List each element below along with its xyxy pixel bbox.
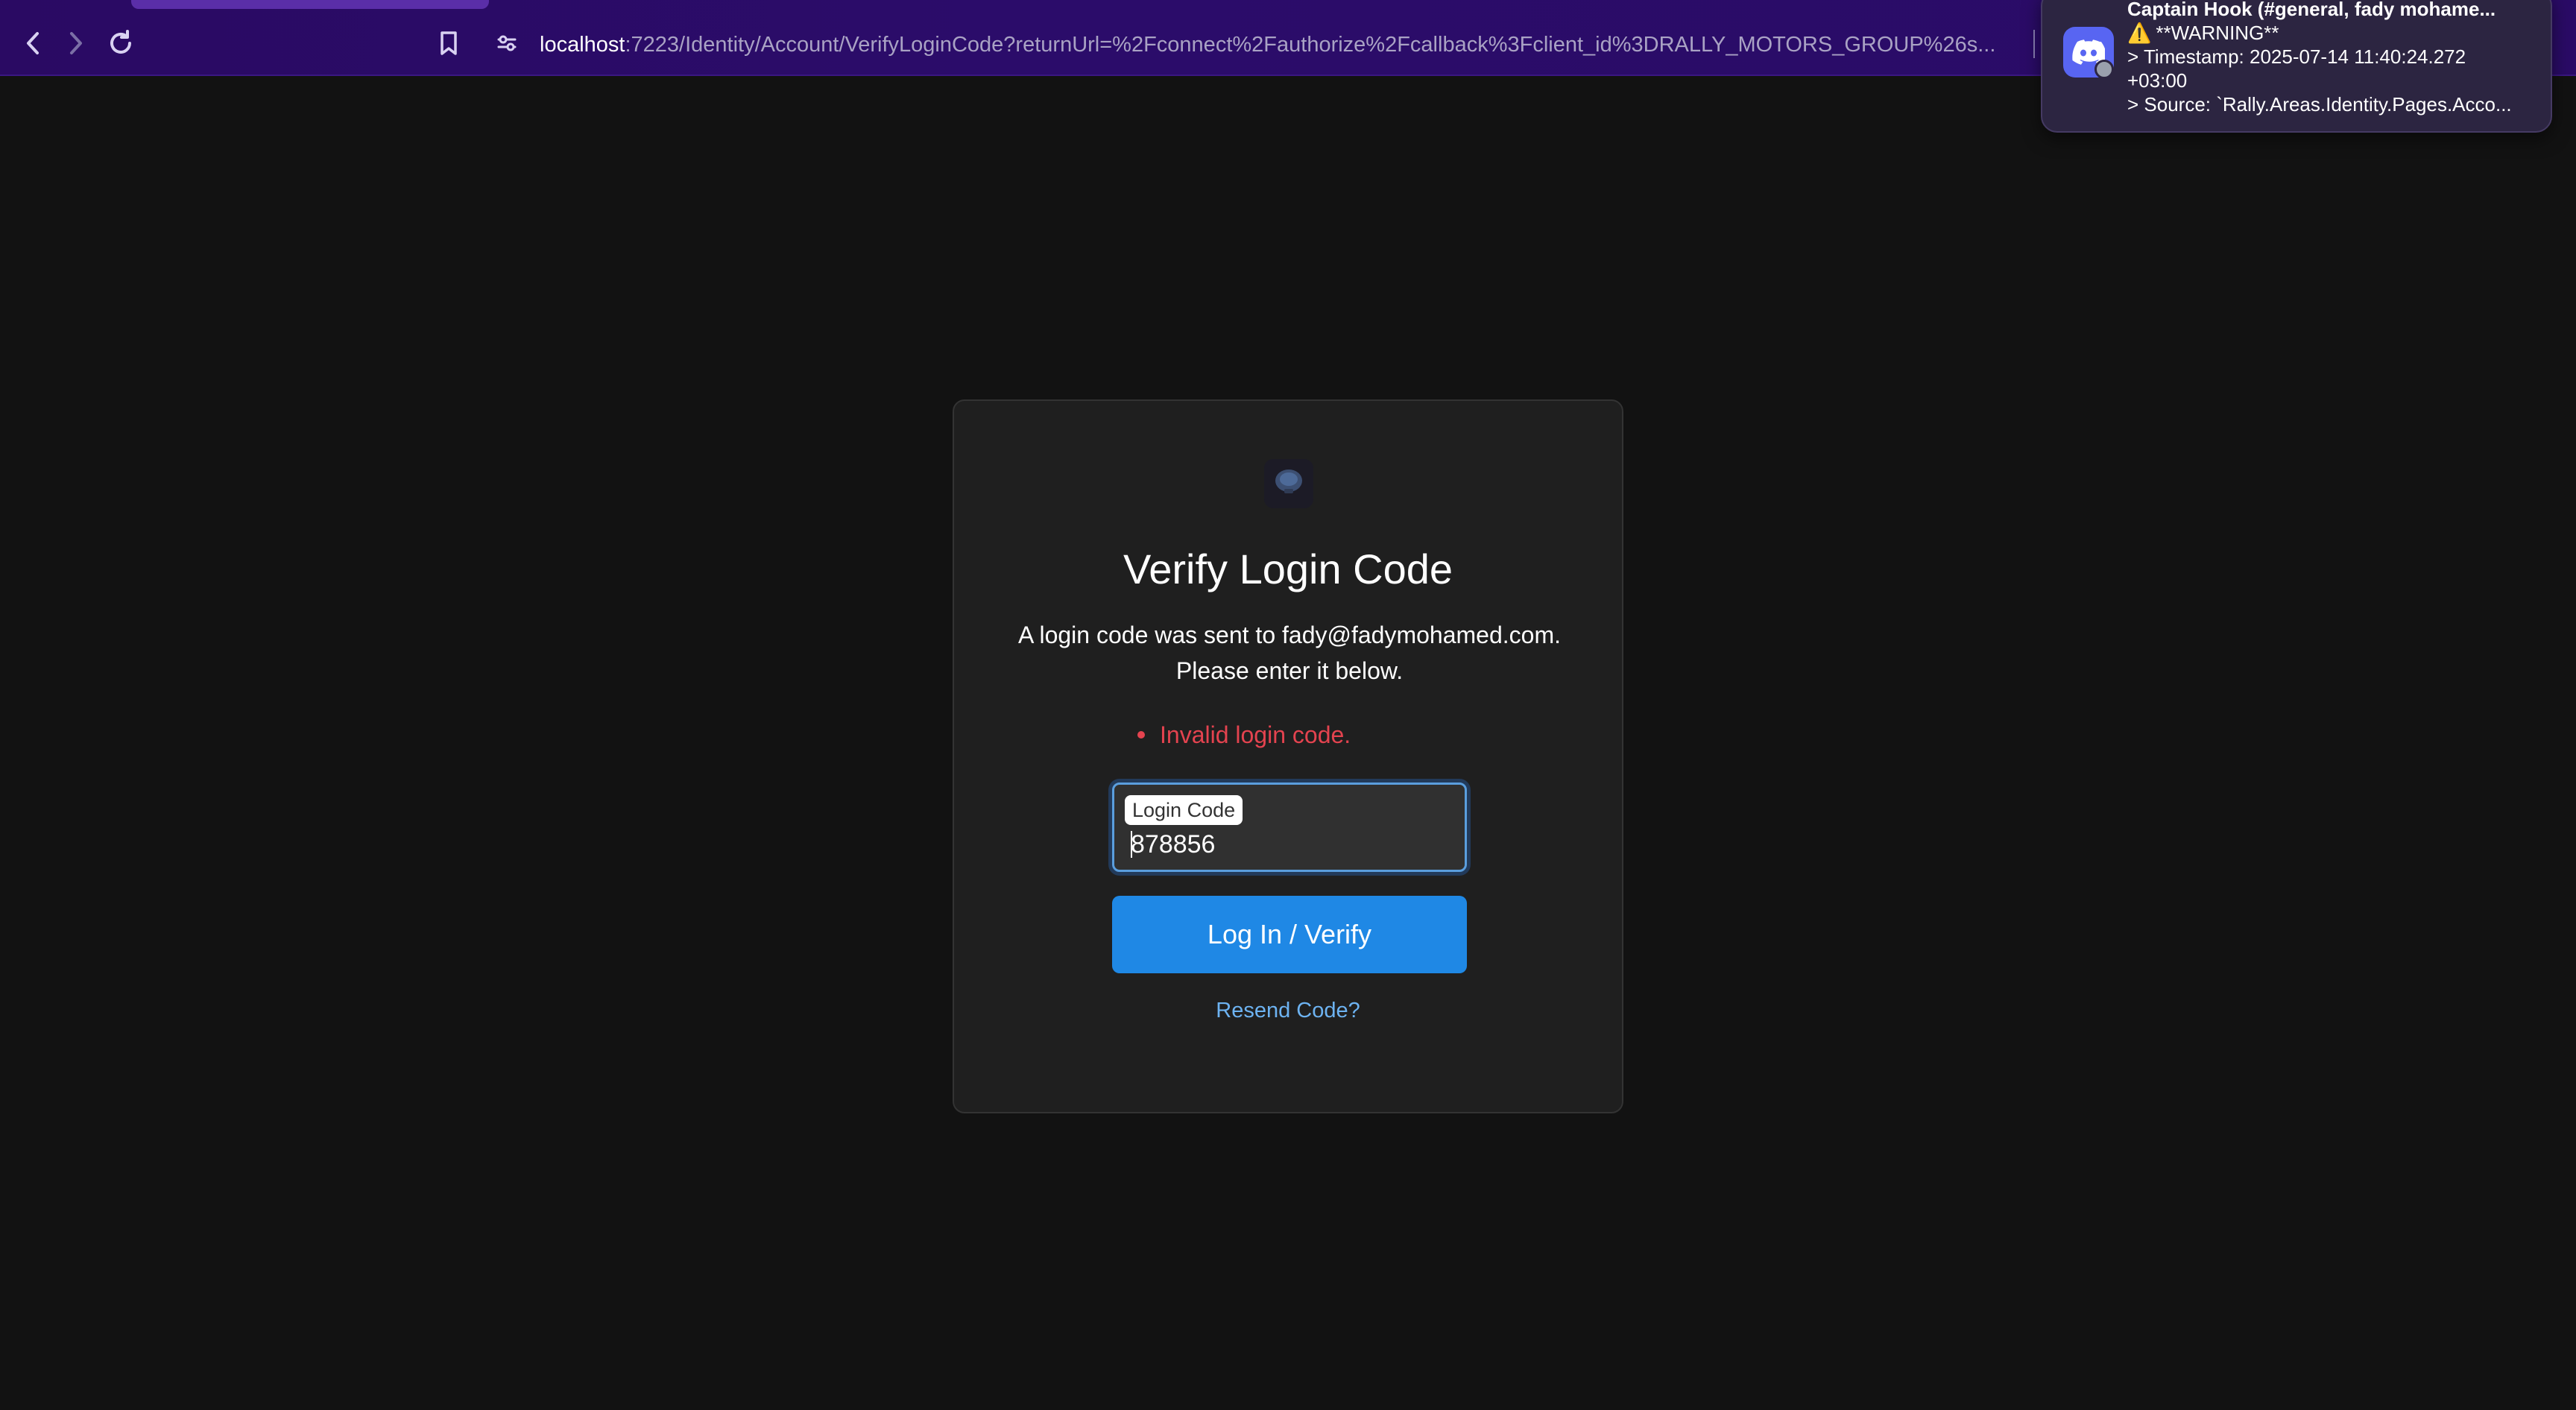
- verify-login-card: Verify Login Code A login code was sent …: [953, 399, 1623, 1113]
- page: localhost:7223/Identity/Account/VerifyLo…: [0, 0, 2576, 1410]
- page-title: Verify Login Code: [1123, 546, 1453, 592]
- reload-icon: [110, 30, 131, 54]
- notification-badge: [2094, 60, 2114, 79]
- logo-icon: [1264, 459, 1313, 508]
- notification-body: Captain Hook (#general, fady mohame... ⚠…: [2127, 0, 2545, 116]
- bookmark-icon: [441, 31, 457, 55]
- notification-title: Captain Hook (#general, fady mohame...: [2127, 0, 2496, 20]
- login-code-input[interactable]: [1126, 826, 1454, 862]
- bookmark-button[interactable]: [432, 27, 465, 60]
- address-bar-divider: [2033, 30, 2035, 58]
- chevron-left-icon: [27, 32, 39, 54]
- instruction-text: A login code was sent to fady@fadymohame…: [1018, 622, 1561, 684]
- warning-icon: ⚠️: [2127, 22, 2152, 44]
- app-logo: [1264, 459, 1313, 508]
- notification-line-4: > Source: `Rally.Areas.Identity.Pages.Ac…: [2127, 93, 2512, 116]
- notification-line-2: > Timestamp: 2025-07-14 11:40:24.272: [2127, 45, 2466, 68]
- login-code-field[interactable]: Login Code: [1112, 783, 1467, 872]
- address-bar[interactable]: localhost:7223/Identity/Account/VerifyLo…: [540, 30, 2015, 60]
- discord-notification[interactable]: Captain Hook (#general, fady mohame... ⚠…: [2041, 0, 2552, 133]
- validation-summary: Invalid login code.: [1137, 718, 1351, 751]
- reload-button[interactable]: [104, 27, 137, 60]
- notification-line-1: **WARNING**: [2156, 22, 2279, 44]
- forward-button[interactable]: [60, 27, 92, 60]
- login-code-label: Login Code: [1125, 795, 1243, 825]
- error-message: Invalid login code.: [1160, 721, 1351, 748]
- active-tab-indicator[interactable]: [131, 0, 489, 9]
- url-path: :7223/Identity/Account/VerifyLoginCode?r…: [625, 33, 1996, 57]
- chevron-right-icon: [70, 32, 82, 54]
- verify-button[interactable]: Log In / Verify: [1112, 896, 1467, 973]
- url-host: localhost: [540, 33, 625, 57]
- text-caret: [1131, 831, 1132, 858]
- back-button[interactable]: [16, 27, 49, 60]
- notification-warning-line: ⚠️ **WARNING**: [2127, 21, 2545, 45]
- error-bullet: [1137, 731, 1145, 739]
- notification-line-3: +03:00: [2127, 69, 2188, 92]
- tune-icon: [497, 35, 517, 51]
- site-info-button[interactable]: [490, 27, 523, 60]
- resend-code-link[interactable]: Resend Code?: [954, 996, 1622, 1025]
